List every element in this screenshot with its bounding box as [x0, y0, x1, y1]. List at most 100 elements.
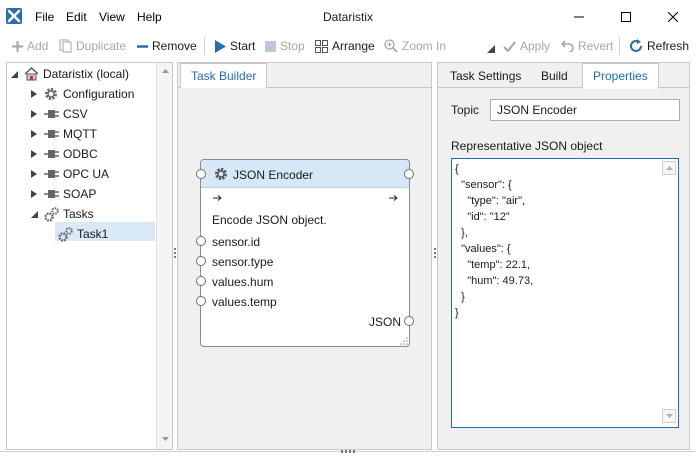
tree-scrollbar[interactable]: [156, 63, 172, 449]
tree-root[interactable]: Dataristix (local): [9, 65, 129, 83]
duplicate-label: Duplicate: [76, 39, 127, 53]
node-title: JSON Encoder: [233, 168, 314, 182]
minus-icon: [137, 44, 148, 48]
maximize-button[interactable]: [603, 0, 649, 33]
input-label: sensor.type: [212, 255, 274, 269]
apply-button[interactable]: Apply: [503, 38, 550, 54]
output-label: JSON: [369, 315, 402, 329]
collapsed-arrow-icon[interactable]: [29, 109, 39, 119]
bottom-splitter-grip[interactable]: [341, 450, 355, 453]
add-button[interactable]: Add: [12, 38, 48, 54]
topic-label: Topic: [451, 103, 480, 117]
plug-icon: [43, 146, 59, 162]
tree-item-soap[interactable]: SOAP: [29, 185, 96, 203]
gears-icon: [57, 226, 73, 242]
stop-icon: [265, 40, 276, 52]
tree-item-mqtt[interactable]: MQTT: [29, 125, 97, 143]
tree-item-label: SOAP: [63, 187, 97, 201]
node-output-port[interactable]: [404, 169, 414, 179]
arrow-right-icon: [389, 195, 398, 201]
input-label: values.hum: [212, 275, 274, 289]
json-scrollbar[interactable]: [660, 159, 678, 427]
task-canvas[interactable]: JSON Encoder Encode JSON object. sensor.…: [178, 88, 431, 449]
center-tabstrip: Task Builder: [178, 63, 431, 89]
input-port[interactable]: [196, 296, 206, 306]
title-bar: File Edit View Help Dataristix: [0, 0, 696, 33]
zoom-in-label: Zoom In: [402, 39, 447, 53]
json-object-text: { "sensor": { "type": "air", "id": "12" …: [455, 163, 534, 319]
chevron-down-icon: [161, 437, 169, 441]
input-port[interactable]: [196, 256, 206, 266]
minimize-icon: [574, 16, 584, 17]
input-label: sensor.id: [212, 235, 261, 249]
maximize-icon: [621, 11, 631, 22]
arrange-button[interactable]: Arrange: [315, 38, 375, 54]
check-icon: [503, 40, 516, 52]
navigation-tree[interactable]: Dataristix (local) Configuration CSV MQT…: [6, 62, 173, 450]
tab-properties[interactable]: Properties: [582, 63, 659, 89]
toolbar-separator: [204, 37, 205, 55]
input-port[interactable]: [196, 276, 206, 286]
input-label: values.temp: [212, 295, 277, 309]
input-port[interactable]: [196, 236, 206, 246]
scroll-up-arrow[interactable]: [157, 63, 173, 79]
close-icon: [668, 11, 678, 22]
zoom-in-button[interactable]: Zoom In: [384, 38, 446, 54]
node-input-port[interactable]: [196, 169, 206, 179]
tree-item-odbc[interactable]: ODBC: [29, 145, 98, 163]
tree-item-tasks[interactable]: Tasks: [29, 205, 94, 223]
duplicate-button[interactable]: Duplicate: [59, 38, 126, 54]
plug-icon: [43, 186, 59, 202]
scroll-down-arrow[interactable]: [157, 431, 173, 447]
zoom-in-icon: [384, 39, 398, 53]
tab-task-settings[interactable]: Task Settings: [440, 63, 531, 88]
tree-item-task1[interactable]: Task1: [57, 225, 108, 243]
output-port[interactable]: [404, 316, 414, 326]
refresh-button[interactable]: Refresh: [629, 38, 689, 54]
chevron-up-icon: [665, 166, 673, 170]
collapsed-arrow-icon[interactable]: [29, 149, 39, 159]
revert-button[interactable]: Revert: [561, 38, 613, 54]
expanded-arrow-icon[interactable]: [29, 209, 39, 219]
tab-build[interactable]: Build: [531, 63, 578, 88]
tree-item-opc-ua[interactable]: OPC UA: [29, 165, 109, 183]
home-icon: [23, 66, 39, 82]
resize-grip-icon[interactable]: [399, 336, 408, 345]
toolbar: Add Duplicate Remove Start Stop Arrange …: [0, 33, 696, 59]
refresh-label: Refresh: [647, 39, 690, 53]
json-encoder-node[interactable]: JSON Encoder Encode JSON object. sensor.…: [196, 159, 414, 347]
collapsed-arrow-icon[interactable]: [29, 89, 39, 99]
start-label: Start: [230, 39, 256, 53]
scroll-down-button[interactable]: [662, 409, 676, 423]
json-object-textarea[interactable]: { "sensor": { "type": "air", "id": "12" …: [451, 158, 679, 428]
tree-item-label: ODBC: [63, 147, 98, 161]
remove-button[interactable]: Remove: [137, 38, 197, 54]
collapsed-arrow-icon[interactable]: [29, 129, 39, 139]
tab-task-builder[interactable]: Task Builder: [180, 63, 268, 89]
tree-item-configuration[interactable]: Configuration: [29, 85, 134, 103]
arrow-right-icon: [213, 195, 222, 201]
expanded-arrow-icon[interactable]: [9, 69, 19, 79]
refresh-icon: [630, 39, 642, 52]
task-builder-panel: Task Builder JSON Encoder Encode JSON ob…: [177, 62, 432, 450]
tree-item-label: CSV: [63, 107, 88, 121]
duplicate-icon: [59, 39, 72, 53]
tree-item-label: Configuration: [63, 87, 135, 101]
start-button[interactable]: Start: [214, 38, 255, 54]
tree-item-csv[interactable]: CSV: [29, 105, 88, 123]
apply-label: Apply: [520, 39, 551, 53]
stop-button[interactable]: Stop: [265, 38, 305, 54]
collapsed-arrow-icon[interactable]: [29, 189, 39, 199]
right-tabstrip: Task Settings Build Properties: [438, 63, 689, 89]
toolbar-separator: [619, 37, 620, 55]
close-button[interactable]: [650, 0, 696, 33]
overflow-icon[interactable]: [487, 45, 495, 53]
scroll-up-button[interactable]: [662, 161, 676, 175]
minimize-button[interactable]: [556, 0, 602, 33]
chevron-up-icon: [161, 69, 169, 73]
collapsed-arrow-icon[interactable]: [29, 169, 39, 179]
node-header[interactable]: JSON Encoder: [201, 160, 409, 188]
gear-icon: [43, 86, 59, 102]
topic-input[interactable]: JSON Encoder: [490, 99, 680, 121]
plus-icon: [12, 40, 23, 52]
